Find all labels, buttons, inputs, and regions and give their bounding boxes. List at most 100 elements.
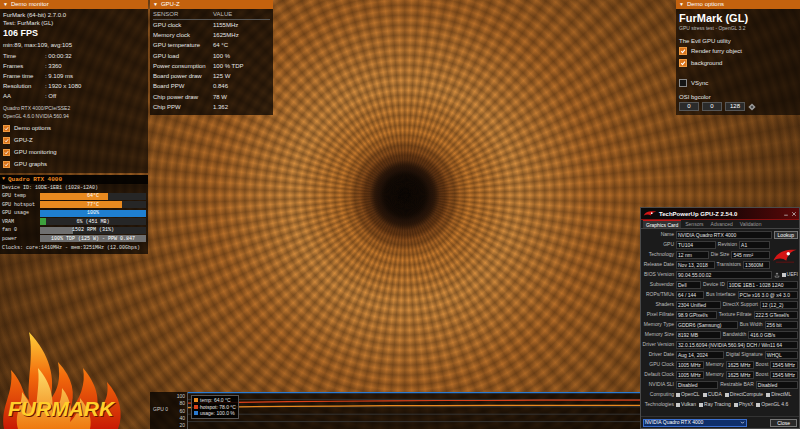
option-label[interactable]: GPU-Z <box>14 136 33 144</box>
checkbox[interactable] <box>679 47 687 55</box>
gpu-monitor-panel: ▼Quadro RTX 4000Device ID: 10DE-1EB1 (10… <box>0 175 148 254</box>
tab[interactable]: Advanced <box>708 220 736 228</box>
check-item[interactable]: PhysX <box>734 401 753 409</box>
option-label[interactable]: VSync <box>691 79 708 88</box>
check-list: OpenCL CUDA DirectCompute DirectML <box>676 391 791 399</box>
check-label[interactable]: CUDA <box>708 391 722 399</box>
sensor-name: GPU temperature <box>153 41 213 50</box>
check-item[interactable]: Vulkan <box>676 401 696 409</box>
tab[interactable]: Validation <box>737 220 765 228</box>
table-row: Board power draw125 W <box>153 71 270 81</box>
check-label[interactable]: PhysX <box>739 401 753 409</box>
checkbox[interactable] <box>3 161 10 168</box>
field-label: NVIDIA SLI <box>642 381 674 389</box>
check-label[interactable]: UEFI <box>787 271 798 279</box>
furmark-logo: FURMARK <box>0 324 145 429</box>
close-button[interactable]: Close <box>770 419 797 427</box>
meter-fill <box>40 227 73 234</box>
field-row: GPU Clock1005 MHzMemory1625 MHzBoost1545… <box>642 360 798 370</box>
check-item[interactable]: CUDA <box>703 391 722 399</box>
checkbox[interactable] <box>734 403 738 407</box>
dropdown-arrow-icon <box>740 420 745 425</box>
checkbox[interactable] <box>703 393 707 397</box>
option-row[interactable]: GPU graphs <box>3 158 145 170</box>
color-channel-input[interactable] <box>702 102 722 111</box>
device-select-value[interactable]: NVIDIA Quadro RTX 4000 <box>645 419 738 426</box>
field-label: Pixel Fillrate <box>642 311 674 319</box>
checkbox[interactable] <box>756 403 760 407</box>
field-label: Boost <box>756 361 769 369</box>
panel-header[interactable]: ▼Quadro RTX 4000 <box>0 175 148 184</box>
checkbox[interactable] <box>676 403 680 407</box>
color-channel-input[interactable] <box>725 102 745 111</box>
checkbox[interactable] <box>3 125 10 132</box>
option-row[interactable]: GPU monitoring <box>3 146 145 158</box>
meter-label: GPU usage <box>2 209 38 217</box>
stat-value: : 1920 x 1080 <box>45 81 145 91</box>
check-item[interactable]: OpenCL <box>676 391 700 399</box>
check-item[interactable]: OpenGL 4.6 <box>756 401 788 409</box>
collapse-toggle[interactable]: ▼ <box>153 1 158 9</box>
check-label[interactable]: OpenGL 4.6 <box>761 401 788 409</box>
option-label[interactable]: background <box>691 59 722 68</box>
check-item[interactable]: UEFI <box>782 271 798 279</box>
check-label[interactable]: OpenCL <box>681 391 700 399</box>
field-label: ROPs/TMUs <box>642 291 674 299</box>
checkbox[interactable] <box>679 59 687 67</box>
panel-header[interactable]: ▼Demo monitor <box>0 0 148 9</box>
panel-header[interactable]: ▼Demo options <box>676 0 800 9</box>
color-channel-input[interactable] <box>679 102 699 111</box>
field-label: Digital Signature <box>726 351 763 359</box>
checkbox[interactable] <box>766 393 770 397</box>
checkbox[interactable] <box>3 149 10 156</box>
device-select[interactable]: NVIDIA Quadro RTX 4000 <box>643 419 747 427</box>
check-item[interactable]: Ray Tracing <box>699 401 731 409</box>
collapse-toggle[interactable]: ▼ <box>679 1 684 9</box>
clocks: Clocks: core:1410MHz - mem:3251MHz (12.0… <box>2 244 146 252</box>
field-row: Driver DateAug 14, 2024Digital Signature… <box>642 350 798 360</box>
option-label[interactable]: Render furry object <box>691 47 742 56</box>
sensor-name: Chip power draw <box>153 93 213 102</box>
app-version: FurMark (64-bit) 2.7.0.0 <box>3 11 145 19</box>
meter-track: 1502 RPM (31%) <box>40 227 146 234</box>
check-label[interactable]: Vulkan <box>681 401 696 409</box>
meter-row: VRAM6% (451 MB) <box>2 218 146 227</box>
lookup-button[interactable]: Lookup <box>774 231 798 239</box>
checkbox[interactable] <box>3 137 10 144</box>
checkbox[interactable] <box>782 273 786 277</box>
check-label[interactable]: DirectML <box>771 391 791 399</box>
option-row[interactable]: background <box>679 57 797 69</box>
panel-header[interactable]: ▼GPU-Z <box>150 0 273 9</box>
field-value: 222.5 GTexel/s <box>754 311 798 319</box>
stat-label: Frames <box>3 61 45 71</box>
field-value: 1625 MHz <box>726 361 754 369</box>
option-label[interactable]: GPU monitoring <box>14 148 57 156</box>
check-item[interactable]: DirectML <box>766 391 791 399</box>
field-label: GPU Clock <box>642 361 674 369</box>
option-label[interactable]: Demo options <box>14 124 51 132</box>
collapse-toggle[interactable]: ▼ <box>2 176 5 184</box>
fps-value: 106 FPS <box>3 27 145 40</box>
field-value: WHQL <box>765 351 798 359</box>
option-row[interactable]: Render furry object <box>679 45 797 57</box>
checkbox[interactable] <box>679 79 687 87</box>
checkbox[interactable] <box>699 403 703 407</box>
check-label[interactable]: DirectCompute <box>730 391 763 399</box>
checkbox[interactable] <box>725 393 729 397</box>
tab[interactable]: Graphics Card <box>643 220 681 228</box>
option-label[interactable]: GPU graphs <box>14 160 47 168</box>
option-row[interactable]: VSync <box>679 77 797 89</box>
field-value: 256 bit <box>765 321 798 329</box>
tab[interactable]: Sensors <box>682 220 706 228</box>
table-row: GPU temperature64 °C <box>153 41 270 51</box>
graph-area: temp: 64.0 °Chotspot: 78.0 °Cusage: 100.… <box>187 392 640 429</box>
meter-color <box>40 227 73 234</box>
collapse-toggle[interactable]: ▼ <box>3 1 8 9</box>
check-label[interactable]: Ray Tracing <box>704 401 731 409</box>
check-item[interactable]: DirectCompute <box>725 391 763 399</box>
option-row[interactable]: GPU-Z <box>3 134 145 146</box>
checkbox[interactable] <box>676 393 680 397</box>
meter-reading-box: 100% TDP (125 W) - PPW 0.847 <box>40 235 146 242</box>
graph-plot <box>188 392 640 429</box>
option-row[interactable]: Demo options <box>3 122 145 134</box>
